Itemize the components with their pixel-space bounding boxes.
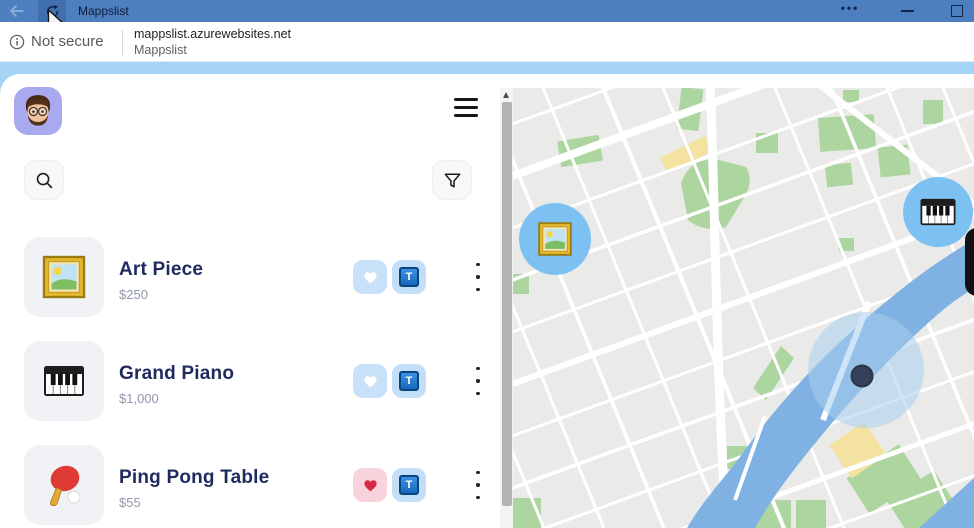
favorite-button[interactable] bbox=[353, 364, 387, 398]
heart-icon bbox=[362, 269, 379, 286]
heart-icon bbox=[362, 477, 379, 494]
t-badge-button[interactable]: T bbox=[392, 260, 426, 294]
more-menu-icon[interactable]: ••• bbox=[838, 1, 862, 15]
tab-title: Mappslist bbox=[78, 4, 129, 18]
kebab-menu-icon[interactable] bbox=[472, 471, 484, 499]
info-icon bbox=[9, 34, 25, 50]
letter-t-icon: T bbox=[399, 371, 419, 391]
listing-thumbnail bbox=[24, 445, 104, 525]
kebab-menu-icon[interactable] bbox=[472, 367, 484, 395]
avatar[interactable] bbox=[14, 87, 62, 135]
listing-price: $1,000 bbox=[119, 391, 159, 406]
listing-title: Grand Piano bbox=[119, 363, 235, 384]
location-dot bbox=[850, 364, 874, 388]
ping-pong-icon bbox=[40, 461, 88, 509]
avatar-face bbox=[25, 94, 51, 126]
map-marker-piano[interactable] bbox=[903, 177, 973, 247]
panel-scrollbar[interactable] bbox=[500, 88, 513, 528]
back-icon[interactable] bbox=[8, 3, 25, 19]
letter-t-icon: T bbox=[399, 267, 419, 287]
framed-picture-icon bbox=[40, 253, 88, 301]
scrollbar-thumb[interactable] bbox=[501, 102, 512, 506]
map-side-handle[interactable] bbox=[965, 228, 974, 296]
map-marker-art[interactable] bbox=[519, 203, 591, 275]
listing-price: $250 bbox=[119, 287, 148, 302]
kebab-menu-icon[interactable] bbox=[472, 263, 484, 291]
letter-t-icon: T bbox=[399, 475, 419, 495]
favorite-button[interactable] bbox=[353, 468, 387, 502]
listing-row[interactable]: Ping Pong Table $55 T bbox=[24, 445, 480, 525]
search-button[interactable] bbox=[24, 160, 64, 200]
scroll-up-icon[interactable] bbox=[503, 92, 509, 98]
listing-thumbnail bbox=[24, 341, 104, 421]
t-badge-button[interactable]: T bbox=[392, 468, 426, 502]
listing-title: Art Piece bbox=[119, 259, 204, 280]
filter-icon bbox=[444, 173, 460, 188]
listing-row[interactable]: Grand Piano $1,000 T bbox=[24, 341, 480, 421]
map[interactable] bbox=[513, 88, 974, 528]
security-status-label[interactable]: Not secure bbox=[31, 33, 104, 50]
listing-thumbnail bbox=[24, 237, 104, 317]
filter-button[interactable] bbox=[432, 160, 472, 200]
site-info-bar: Not secure mappslist.azurewebsites.net M… bbox=[0, 22, 974, 62]
heart-icon bbox=[362, 373, 379, 390]
browser-titlebar: Mappslist ••• bbox=[0, 0, 974, 22]
listing-title: Ping Pong Table bbox=[119, 467, 270, 488]
maximize-icon[interactable] bbox=[951, 5, 963, 17]
favorite-button[interactable] bbox=[353, 260, 387, 294]
hamburger-menu-icon[interactable] bbox=[452, 98, 480, 122]
t-badge-button[interactable]: T bbox=[392, 364, 426, 398]
piano-icon bbox=[40, 357, 88, 405]
site-name: Mappslist bbox=[134, 43, 187, 57]
listing-row[interactable]: Art Piece $250 T bbox=[24, 237, 480, 317]
listing-price: $55 bbox=[119, 495, 141, 510]
site-url: mappslist.azurewebsites.net bbox=[134, 27, 292, 41]
minimize-icon[interactable] bbox=[901, 10, 914, 12]
divider bbox=[122, 30, 123, 55]
search-icon bbox=[36, 172, 52, 188]
